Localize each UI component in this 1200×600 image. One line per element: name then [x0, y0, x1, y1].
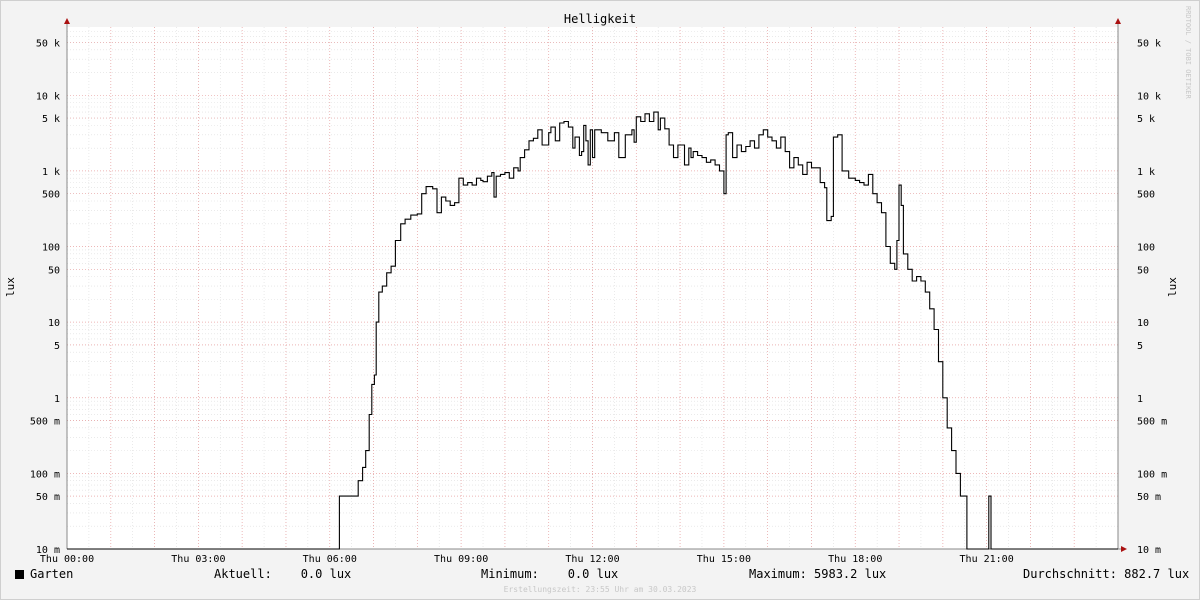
- rrdtool-watermark: RRDTOOL / TOBI OETIKER: [1184, 6, 1192, 99]
- x-tick-label: Thu 00:00: [40, 554, 94, 565]
- y-tick-label-left: 500 m: [30, 417, 60, 428]
- y-tick-label-right: 1 k: [1137, 167, 1155, 178]
- y-tick-label-right: 100 m: [1137, 469, 1167, 480]
- y-tick-label-right: 50 m: [1137, 492, 1161, 503]
- y-axis-title-right: lux: [1166, 277, 1179, 297]
- legend-swatch-garten: [15, 570, 24, 579]
- y-tick-label-left: 1 k: [42, 167, 60, 178]
- x-tick-label: Thu 03:00: [171, 554, 225, 565]
- x-tick-label: Thu 21:00: [960, 554, 1014, 565]
- legend-maximum: Maximum: 5983.2 lux: [749, 567, 887, 581]
- y-tick-label-left: 1: [54, 394, 60, 405]
- x-axis-arrow: [1121, 546, 1127, 552]
- legend-series-name: Garten: [30, 567, 74, 581]
- y-tick-label-left: 100: [42, 243, 60, 254]
- y-tick-label-left: 500: [42, 190, 60, 201]
- footer-timestamp: Erstellungszeit: 23:55 Uhr am 30.03.2023: [503, 585, 697, 594]
- x-tick-label: Thu 06:00: [303, 554, 357, 565]
- y-tick-label-right: 5: [1137, 341, 1143, 352]
- y-axis-right-arrow: [1115, 18, 1121, 24]
- y-tick-label-right: 5 k: [1137, 114, 1155, 125]
- y-tick-label-left: 50 m: [36, 492, 60, 503]
- legend-minimum: Minimum: 0.0 lux: [481, 567, 619, 581]
- y-axis-left-labels: 50 k 10 k 5 k 1 k 500 100 50 10 5 1 500 m 100 m 50 m…: [30, 38, 60, 556]
- y-tick-label-left: 10: [48, 318, 60, 329]
- y-axis-title-left: lux: [4, 277, 17, 297]
- y-tick-label-left: 50: [48, 265, 60, 276]
- y-axis-right-labels: 50 k 10 k 5 k 1 k 500 100 50 10 5 1 500 m 100 m 50 m…: [1137, 38, 1167, 556]
- y-tick-label-right: 10 k: [1137, 91, 1161, 102]
- x-axis-labels: Thu 00:00 Thu 03:00 Thu 06:00 Thu 09:00 Thu …: [40, 554, 1014, 565]
- y-tick-label-right: 1: [1137, 394, 1143, 405]
- chart-title: Helligkeit: [564, 12, 636, 26]
- y-tick-label-right: 50: [1137, 265, 1149, 276]
- legend-durchschnitt: Durchschnitt: 882.7 lux: [1023, 567, 1190, 581]
- y-tick-label-right: 50 k: [1137, 38, 1161, 49]
- x-tick-label: Thu 09:00: [434, 554, 488, 565]
- y-tick-label-right: 500 m: [1137, 417, 1167, 428]
- brightness-chart: 50 k 10 k 5 k 1 k 500 100 50 10 5 1 500 m 100 m 50 m…: [4, 12, 1179, 565]
- y-axis-left-arrow: [64, 18, 70, 24]
- x-tick-label: Thu 18:00: [828, 554, 882, 565]
- y-tick-label-left: 5: [54, 341, 60, 352]
- x-tick-label: Thu 12:00: [565, 554, 619, 565]
- y-tick-label-left: 50 k: [36, 38, 60, 49]
- y-tick-label-right: 10: [1137, 318, 1149, 329]
- y-tick-label-left: 100 m: [30, 469, 60, 480]
- y-tick-label-right: 100: [1137, 243, 1155, 254]
- x-tick-label: Thu 15:00: [697, 554, 751, 565]
- y-tick-label-left: 10 k: [36, 91, 60, 102]
- y-tick-label-right: 500: [1137, 190, 1155, 201]
- y-tick-label-left: 5 k: [42, 114, 60, 125]
- y-tick-label-right: 10 m: [1137, 545, 1161, 556]
- chart-grid: [66, 27, 1119, 550]
- legend-aktuell: Aktuell: 0.0 lux: [214, 567, 352, 581]
